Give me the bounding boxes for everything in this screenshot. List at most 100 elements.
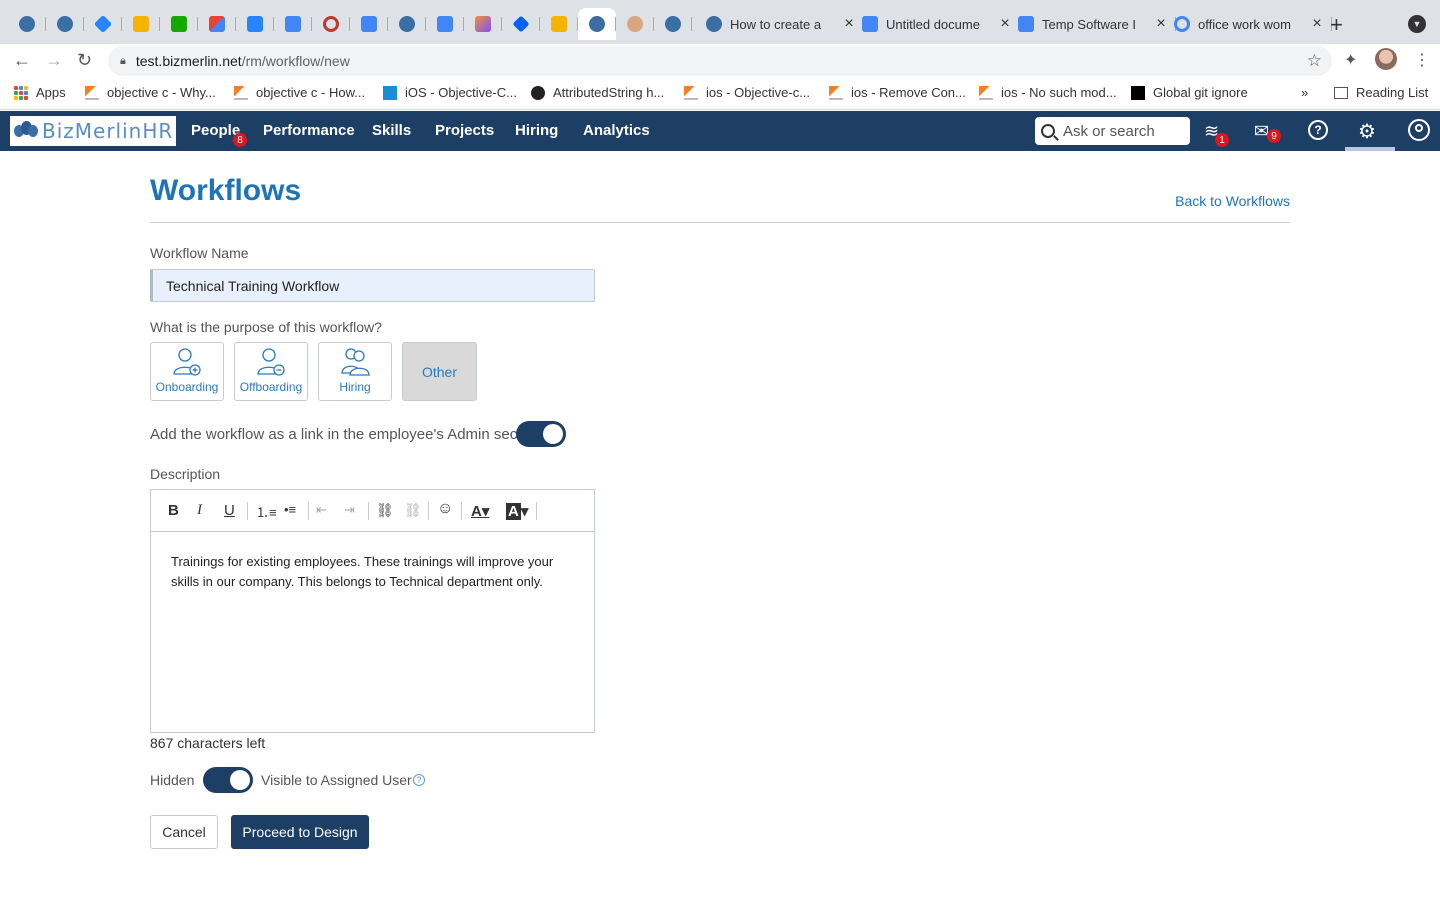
search-input[interactable]: Ask or search bbox=[1035, 117, 1190, 145]
browser-menu-icon[interactable]: ⋮ bbox=[1414, 50, 1430, 70]
pinned-tabs bbox=[8, 8, 692, 40]
help-circle-icon[interactable]: ? bbox=[413, 774, 425, 786]
cancel-button[interactable]: Cancel bbox=[150, 815, 218, 849]
close-icon[interactable]: × bbox=[1310, 15, 1324, 33]
google-icon bbox=[1174, 16, 1190, 32]
more-bookmarks-icon[interactable]: » bbox=[1301, 85, 1308, 100]
browser-tab[interactable]: office work wom × bbox=[1162, 8, 1332, 40]
extensions-icon[interactable]: ✦ bbox=[1344, 50, 1357, 70]
kotlin-icon bbox=[475, 16, 491, 32]
tab-search-icon[interactable]: ▼ bbox=[1408, 15, 1426, 33]
logo-people-icon bbox=[14, 121, 38, 141]
new-tab-icon[interactable]: + bbox=[1330, 12, 1343, 38]
bold-icon[interactable]: B bbox=[168, 502, 179, 519]
browser-tab[interactable]: Temp Software I × bbox=[1006, 8, 1176, 40]
outdent-icon[interactable]: ⇤ bbox=[316, 502, 327, 518]
pinned-tab[interactable] bbox=[502, 8, 540, 40]
nav-projects[interactable]: Projects bbox=[435, 122, 494, 139]
gear-icon[interactable]: ⚙ bbox=[1358, 119, 1376, 144]
browser-tab-strip: How to create a × Untitled docume × Temp… bbox=[0, 0, 1440, 44]
tab-title: office work wom bbox=[1198, 16, 1291, 32]
bookmark-item[interactable]: ios - No such mod... bbox=[979, 85, 1117, 100]
bookmark-item[interactable]: iOS - Objective-C... bbox=[383, 85, 517, 100]
bullet-list-icon[interactable]: •≡ bbox=[284, 502, 296, 517]
bookmark-label: iOS - Objective-C... bbox=[405, 85, 517, 100]
tab-title: How to create a bbox=[730, 16, 822, 32]
nav-skills[interactable]: Skills bbox=[372, 122, 411, 139]
purpose-option-label: Onboarding bbox=[155, 380, 219, 394]
bookmark-item[interactable]: Global git ignore bbox=[1131, 85, 1248, 100]
emoji-icon[interactable]: ☺ bbox=[437, 500, 453, 518]
pinned-tab[interactable] bbox=[616, 8, 654, 40]
pinned-tab[interactable] bbox=[350, 8, 388, 40]
url-host: test.bizmerlin.net bbox=[135, 53, 242, 69]
bizmerlin-logo[interactable]: BizMerlinHR bbox=[10, 116, 176, 146]
visibility-toggle[interactable] bbox=[203, 767, 253, 793]
bookmark-apps[interactable]: Apps bbox=[14, 85, 66, 100]
purpose-hiring-button[interactable]: Hiring bbox=[318, 342, 392, 401]
bookmark-item[interactable]: objective c - Why... bbox=[85, 85, 216, 100]
apps-grid-icon bbox=[14, 85, 28, 100]
indent-icon[interactable]: ⇥ bbox=[344, 502, 355, 518]
pinned-tab[interactable] bbox=[8, 8, 46, 40]
google-slides-icon bbox=[551, 16, 567, 32]
reading-list-label: Reading List bbox=[1356, 85, 1429, 100]
pinned-tab[interactable] bbox=[654, 8, 692, 40]
bookmark-item[interactable]: ios - Remove Con... bbox=[829, 85, 966, 100]
pinned-tab[interactable] bbox=[312, 8, 350, 40]
description-text[interactable]: Trainings for existing employees. These … bbox=[151, 532, 594, 612]
underline-icon[interactable]: U bbox=[224, 502, 235, 519]
pinned-tab[interactable] bbox=[274, 8, 312, 40]
font-color-icon[interactable]: A▾ bbox=[471, 502, 489, 520]
reload-icon[interactable]: ↻ bbox=[77, 50, 92, 71]
pinned-tab[interactable] bbox=[46, 8, 84, 40]
browser-tab[interactable]: Untitled docume × bbox=[850, 8, 1020, 40]
bizmerlin-icon bbox=[57, 16, 73, 32]
bookmark-star-icon[interactable]: ☆ bbox=[1307, 51, 1322, 71]
pinned-tab[interactable] bbox=[426, 8, 464, 40]
pinned-tab[interactable] bbox=[236, 8, 274, 40]
pinned-tab[interactable] bbox=[388, 8, 426, 40]
back-arrow-icon[interactable]: ← bbox=[13, 50, 31, 71]
nav-performance[interactable]: Performance bbox=[263, 122, 355, 139]
purpose-offboarding-button[interactable]: Offboarding bbox=[234, 342, 308, 401]
nav-analytics[interactable]: Analytics bbox=[583, 122, 650, 139]
google-slides-icon bbox=[133, 16, 149, 32]
link-icon[interactable]: ⛓ bbox=[376, 502, 394, 519]
pinned-tab[interactable] bbox=[198, 8, 236, 40]
profile-avatar[interactable] bbox=[1375, 48, 1397, 70]
pinned-tab[interactable] bbox=[540, 8, 578, 40]
workflow-name-input[interactable] bbox=[150, 269, 595, 302]
back-to-workflows-link[interactable]: Back to Workflows bbox=[1175, 193, 1290, 209]
pinned-tab-active[interactable] bbox=[578, 8, 616, 40]
pinned-tab[interactable] bbox=[464, 8, 502, 40]
people-badge: 8 bbox=[233, 133, 247, 147]
proceed-to-design-button[interactable]: Proceed to Design bbox=[231, 815, 369, 849]
bookmark-item[interactable]: AttributedString h... bbox=[531, 85, 664, 100]
user-icon[interactable] bbox=[1408, 119, 1430, 141]
forward-arrow-icon[interactable]: → bbox=[45, 50, 63, 71]
browser-tab[interactable]: How to create a × bbox=[694, 8, 864, 40]
pinned-tab[interactable] bbox=[84, 8, 122, 40]
bizmerlin-icon bbox=[665, 16, 681, 32]
purpose-other-button[interactable]: Other bbox=[402, 342, 477, 401]
bizmerlin-icon bbox=[589, 16, 605, 32]
google-calendar-icon bbox=[285, 16, 301, 32]
nav-hiring[interactable]: Hiring bbox=[515, 122, 558, 139]
medium-icon bbox=[1131, 85, 1145, 100]
bookmark-item[interactable]: objective c - How... bbox=[234, 85, 365, 100]
unlink-icon[interactable]: ⛓ bbox=[404, 502, 422, 519]
ordered-list-icon[interactable]: ⒈≡ bbox=[256, 502, 277, 521]
reading-list-button[interactable]: Reading List bbox=[1334, 85, 1428, 100]
pinned-tab[interactable] bbox=[160, 8, 198, 40]
italic-icon[interactable]: I bbox=[197, 502, 202, 519]
background-color-icon[interactable]: A ▾ bbox=[506, 502, 528, 520]
bookmark-item[interactable]: ios - Objective-c... bbox=[684, 85, 810, 100]
address-bar[interactable]: 🔒︎ test.bizmerlin.net/rm/workflow/new ☆ bbox=[108, 46, 1332, 76]
editor-toolbar: B I U ⒈≡ •≡ ⇤ ⇥ ⛓ ⛓ ☺ A▾ A ▾ bbox=[151, 490, 594, 532]
pinned-tab[interactable] bbox=[122, 8, 160, 40]
help-icon[interactable]: ? bbox=[1308, 120, 1328, 140]
purpose-onboarding-button[interactable]: Onboarding bbox=[150, 342, 224, 401]
admin-link-toggle[interactable] bbox=[516, 421, 566, 447]
bookmark-site-icon bbox=[383, 85, 397, 100]
